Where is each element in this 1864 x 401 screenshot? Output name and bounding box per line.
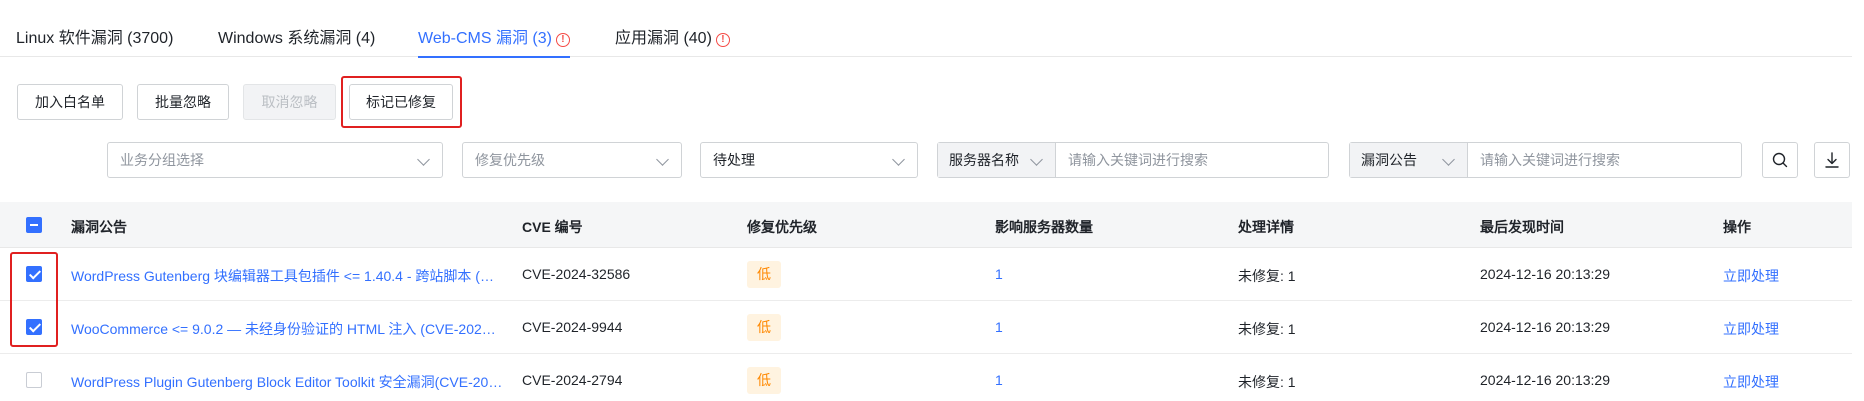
tab-linux[interactable]: Linux 软件漏洞 (3700)	[16, 24, 173, 57]
header-priority: 修复优先级	[747, 219, 817, 235]
info-warning-icon: !	[555, 33, 570, 47]
cve-id: CVE-2024-9944	[522, 319, 623, 335]
mark-fixed-button[interactable]: 标记已修复	[349, 84, 453, 120]
last-seen-time: 2024-12-16 20:13:29	[1480, 319, 1610, 335]
batch-ignore-button[interactable]: 批量忽略	[137, 84, 229, 120]
chevron-down-icon	[892, 153, 905, 166]
header-action: 操作	[1723, 219, 1751, 235]
process-detail: 未修复: 1	[1238, 321, 1296, 337]
header-bulletin: 漏洞公告	[71, 219, 127, 235]
bulletin-search: 漏洞公告	[1349, 142, 1742, 178]
tab-web-cms[interactable]: Web-CMS 漏洞 (3)!	[418, 24, 570, 58]
info-warning-icon: !	[715, 33, 730, 47]
header-servers: 影响服务器数量	[995, 219, 1093, 235]
select-value: 待处理	[713, 152, 755, 168]
chevron-down-icon	[656, 153, 669, 166]
tab-label: Linux 软件漏洞 (3700)	[16, 30, 174, 47]
status-select[interactable]: 待处理	[700, 142, 918, 178]
table-row: WordPress Plugin Gutenberg Block Editor …	[0, 354, 1852, 401]
cve-id: CVE-2024-32586	[522, 266, 631, 282]
server-search: 服务器名称	[937, 142, 1329, 178]
server-count-link[interactable]: 1	[995, 266, 1003, 282]
bulletin-link[interactable]: WooCommerce <= 9.0.2 — 未经身份验证的 HTML 注入 (…	[71, 319, 503, 339]
cve-id: CVE-2024-2794	[522, 372, 623, 388]
download-button[interactable]	[1814, 142, 1850, 178]
header-last-seen: 最后发现时间	[1480, 219, 1564, 235]
priority-select[interactable]: 修复优先级	[462, 142, 682, 178]
table-row: WordPress Gutenberg 块编辑器工具包插件 <= 1.40.4 …	[0, 248, 1852, 301]
select-value: 修复优先级	[475, 152, 545, 168]
handle-now-link[interactable]: 立即处理	[1723, 319, 1779, 339]
bulletin-link[interactable]: WordPress Gutenberg 块编辑器工具包插件 <= 1.40.4 …	[71, 266, 503, 286]
server-field-select[interactable]: 服务器名称	[938, 143, 1056, 177]
priority-badge: 低	[747, 261, 781, 288]
search-button[interactable]	[1762, 142, 1798, 178]
download-icon	[1825, 152, 1839, 168]
chevron-down-icon	[417, 153, 430, 166]
row-checkbox[interactable]	[26, 266, 42, 282]
chevron-down-icon	[1442, 153, 1455, 166]
tab-application[interactable]: 应用漏洞 (40)!	[615, 24, 730, 57]
table-row: WooCommerce <= 9.0.2 — 未经身份验证的 HTML 注入 (…	[0, 301, 1852, 354]
last-seen-time: 2024-12-16 20:13:29	[1480, 266, 1610, 282]
select-value: 业务分组选择	[120, 152, 204, 168]
tab-label: Web-CMS 漏洞 (3)	[418, 30, 552, 47]
bulletin-search-input[interactable]	[1468, 143, 1741, 177]
row-checkbox[interactable]	[26, 319, 42, 335]
bulletin-field-select[interactable]: 漏洞公告	[1350, 143, 1468, 177]
row-checkbox[interactable]	[26, 372, 42, 388]
bulletin-link[interactable]: WordPress Plugin Gutenberg Block Editor …	[71, 372, 503, 392]
tab-label: 应用漏洞 (40)	[615, 30, 712, 47]
chevron-down-icon	[1030, 153, 1043, 166]
last-seen-time: 2024-12-16 20:13:29	[1480, 372, 1610, 388]
header-detail: 处理详情	[1238, 219, 1294, 235]
handle-now-link[interactable]: 立即处理	[1723, 266, 1779, 286]
business-group-select[interactable]: 业务分组选择	[107, 142, 443, 178]
tab-label: Windows 系统漏洞 (4)	[218, 30, 376, 47]
server-count-link[interactable]: 1	[995, 372, 1003, 388]
handle-now-link[interactable]: 立即处理	[1723, 372, 1779, 392]
header-cve: CVE 编号	[522, 219, 583, 235]
cancel-ignore-button[interactable]: 取消忽略	[243, 84, 336, 120]
search-icon	[1772, 152, 1788, 168]
add-whitelist-button[interactable]: 加入白名单	[17, 84, 123, 120]
server-count-link[interactable]: 1	[995, 319, 1003, 335]
priority-badge: 低	[747, 314, 781, 341]
tab-windows[interactable]: Windows 系统漏洞 (4)	[218, 24, 375, 57]
process-detail: 未修复: 1	[1238, 268, 1296, 284]
process-detail: 未修复: 1	[1238, 374, 1296, 390]
table-header: 漏洞公告 CVE 编号 修复优先级 影响服务器数量 处理详情 最后发现时间 操作	[0, 202, 1852, 248]
field-label: 漏洞公告	[1361, 152, 1417, 168]
vulnerability-tabs: Linux 软件漏洞 (3700) Windows 系统漏洞 (4) Web-C…	[0, 0, 1852, 58]
select-all-checkbox[interactable]	[26, 217, 42, 233]
field-label: 服务器名称	[949, 152, 1019, 168]
server-search-input[interactable]	[1056, 143, 1328, 177]
priority-badge: 低	[747, 367, 781, 394]
